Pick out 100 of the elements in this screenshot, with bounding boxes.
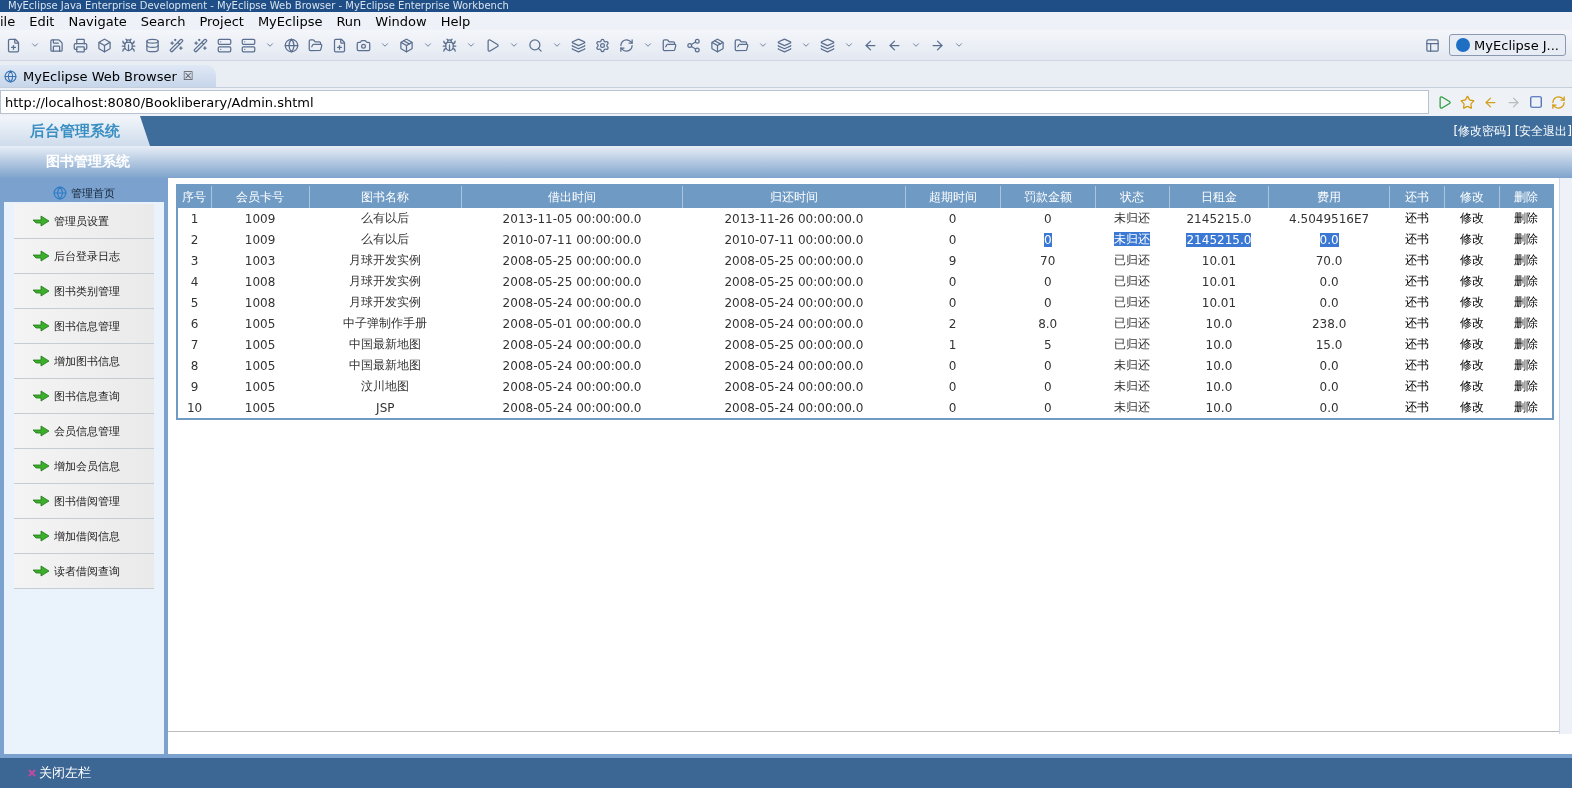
caret-icon[interactable] bbox=[911, 40, 921, 50]
search-icon[interactable] bbox=[528, 37, 543, 53]
caret-icon[interactable] bbox=[423, 40, 433, 50]
action-link[interactable]: 修改 bbox=[1460, 337, 1485, 351]
action-link[interactable]: 修改 bbox=[1460, 232, 1485, 246]
print-icon[interactable] bbox=[73, 37, 88, 53]
action-link[interactable]: 还书 bbox=[1405, 400, 1430, 414]
action-link[interactable]: 修改 bbox=[1460, 316, 1485, 330]
action-link[interactable]: 删除 bbox=[1513, 211, 1538, 225]
menu-item[interactable]: Run bbox=[336, 13, 362, 29]
sidebar-item[interactable]: 后台登录日志 bbox=[14, 239, 154, 274]
menu-item[interactable]: Help bbox=[440, 13, 471, 29]
action-link[interactable]: 还书 bbox=[1405, 337, 1430, 351]
action-link[interactable]: 删除 bbox=[1513, 400, 1538, 414]
close-sidebar-link[interactable]: 关闭左栏 bbox=[39, 764, 91, 782]
caret-icon[interactable] bbox=[954, 40, 964, 50]
open-perspective-icon[interactable] bbox=[1425, 37, 1441, 53]
url-field[interactable]: http://localhost:8080/Bookliberary/Admin.shtml bbox=[0, 90, 1429, 114]
server-icon[interactable] bbox=[217, 37, 232, 53]
action-link[interactable]: 删除 bbox=[1513, 337, 1538, 351]
sidebar-item[interactable]: 读者借阅查询 bbox=[14, 554, 154, 589]
action-link[interactable]: 还书 bbox=[1405, 295, 1430, 309]
package-icon[interactable] bbox=[710, 37, 725, 53]
action-link[interactable]: 还书 bbox=[1405, 379, 1430, 393]
menu-item[interactable]: MyEclipse bbox=[257, 13, 323, 29]
menu-item[interactable]: Search bbox=[140, 13, 186, 29]
action-link[interactable]: 修改 bbox=[1460, 358, 1485, 372]
camera-icon[interactable] bbox=[356, 37, 371, 53]
back-icon[interactable] bbox=[887, 37, 902, 53]
stop-icon[interactable] bbox=[1529, 95, 1543, 109]
caret-icon[interactable] bbox=[466, 40, 476, 50]
sidebar-item[interactable]: 增加图书信息 bbox=[14, 344, 154, 379]
go-icon[interactable] bbox=[1437, 94, 1452, 110]
settings-icon[interactable] bbox=[595, 37, 610, 53]
action-link[interactable]: 修改 bbox=[1460, 295, 1485, 309]
wand-icon[interactable] bbox=[193, 37, 208, 53]
action-link[interactable]: 删除 bbox=[1513, 295, 1538, 309]
action-link[interactable]: 删除 bbox=[1513, 253, 1538, 267]
layers-icon[interactable] bbox=[777, 37, 792, 53]
sidebar-item[interactable]: 图书借阅管理 bbox=[14, 484, 154, 519]
action-link[interactable]: 删除 bbox=[1513, 316, 1538, 330]
bug-icon[interactable] bbox=[121, 37, 136, 53]
menu-item[interactable]: Navigate bbox=[68, 13, 127, 29]
sidebar-item[interactable]: 增加会员信息 bbox=[14, 449, 154, 484]
new-file-icon[interactable] bbox=[6, 37, 21, 53]
caret-icon[interactable] bbox=[380, 40, 390, 50]
globe-icon[interactable] bbox=[284, 37, 299, 53]
action-link[interactable]: 删除 bbox=[1513, 274, 1538, 288]
menu-item[interactable]: Edit bbox=[29, 13, 55, 29]
layers-icon[interactable] bbox=[820, 37, 835, 53]
refresh-icon[interactable] bbox=[619, 37, 634, 53]
action-link[interactable]: 修改 bbox=[1460, 379, 1485, 393]
action-link[interactable]: 修改 bbox=[1460, 211, 1485, 225]
menu-item[interactable]: Window bbox=[375, 13, 427, 29]
sidebar-item[interactable]: 图书类别管理 bbox=[14, 274, 154, 309]
perspective-button[interactable]: MyEclipse J... bbox=[1449, 34, 1566, 56]
action-link[interactable]: 删除 bbox=[1513, 379, 1538, 393]
editor-tab[interactable]: MyEclipse Web Browser ☒ bbox=[0, 65, 216, 87]
action-link[interactable]: 修改 bbox=[1460, 400, 1485, 414]
action-link[interactable]: 还书 bbox=[1405, 316, 1430, 330]
caret-icon[interactable] bbox=[265, 40, 275, 50]
account-links[interactable]: [修改密码] [安全退出] bbox=[1453, 122, 1572, 140]
action-link[interactable]: 还书 bbox=[1405, 358, 1430, 372]
scrollbar[interactable] bbox=[1559, 178, 1572, 734]
bug-icon[interactable] bbox=[442, 37, 457, 53]
caret-icon[interactable] bbox=[552, 40, 562, 50]
sidebar-item[interactable]: 增加借阅信息 bbox=[14, 519, 154, 554]
menu-item[interactable]: ile bbox=[0, 13, 16, 29]
package-icon[interactable] bbox=[399, 37, 414, 53]
caret-icon[interactable] bbox=[844, 40, 854, 50]
action-link[interactable]: 还书 bbox=[1405, 274, 1430, 288]
action-link[interactable]: 还书 bbox=[1405, 253, 1430, 267]
sidebar-item[interactable]: 图书信息管理 bbox=[14, 309, 154, 344]
database-icon[interactable] bbox=[145, 37, 160, 53]
wand-icon[interactable] bbox=[169, 37, 184, 53]
folder-icon[interactable] bbox=[662, 37, 677, 53]
star-icon[interactable] bbox=[1460, 94, 1475, 110]
caret-icon[interactable] bbox=[643, 40, 653, 50]
home-link[interactable]: 管理首页 bbox=[71, 185, 115, 201]
box-icon[interactable] bbox=[97, 37, 112, 53]
action-link[interactable]: 删除 bbox=[1513, 232, 1538, 246]
run-icon[interactable] bbox=[485, 37, 500, 53]
menu-item[interactable]: Project bbox=[199, 13, 244, 29]
caret-icon[interactable] bbox=[509, 40, 519, 50]
caret-icon[interactable] bbox=[30, 40, 40, 50]
sidebar-item[interactable]: 会员信息管理 bbox=[14, 414, 154, 449]
share-icon[interactable] bbox=[686, 37, 701, 53]
save-icon[interactable] bbox=[49, 37, 64, 53]
server-icon[interactable] bbox=[241, 37, 256, 53]
caret-icon[interactable] bbox=[758, 40, 768, 50]
folder-icon[interactable] bbox=[734, 37, 749, 53]
sidebar-item[interactable]: 图书信息查询 bbox=[14, 379, 154, 414]
back-icon[interactable] bbox=[863, 37, 878, 53]
action-link[interactable]: 修改 bbox=[1460, 274, 1485, 288]
sidebar-item[interactable]: 管理员设置 bbox=[14, 204, 154, 239]
action-link[interactable]: 修改 bbox=[1460, 253, 1485, 267]
action-link[interactable]: 删除 bbox=[1513, 358, 1538, 372]
forward-icon[interactable] bbox=[930, 37, 945, 53]
action-link[interactable]: 还书 bbox=[1405, 232, 1430, 246]
action-link[interactable]: 还书 bbox=[1405, 211, 1430, 225]
